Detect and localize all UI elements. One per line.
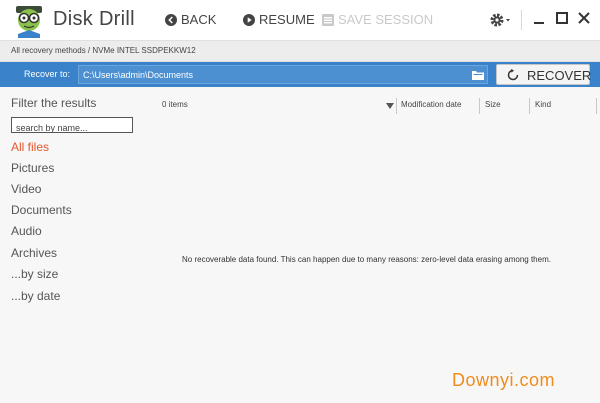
column-divider[interactable]	[529, 98, 530, 114]
column-divider[interactable]	[596, 98, 597, 114]
category-archives[interactable]: Archives	[11, 246, 57, 260]
category-video[interactable]: Video	[11, 182, 41, 196]
recover-button[interactable]: RECOVER	[496, 64, 592, 85]
category-documents[interactable]: Documents	[11, 203, 72, 217]
maximize-icon[interactable]	[555, 11, 569, 25]
column-divider[interactable]	[396, 98, 397, 114]
category-all-files[interactable]: All files	[11, 140, 49, 154]
title-bar: Disk Drill BACK RESUME SAVE SESSION	[0, 0, 600, 40]
column-size[interactable]: Size	[485, 100, 501, 109]
category-audio[interactable]: Audio	[11, 224, 42, 238]
empty-results-message: No recoverable data found. This can happ…	[182, 255, 551, 264]
column-modification-date[interactable]: Modification date	[401, 100, 461, 109]
folder-icon[interactable]	[472, 69, 484, 80]
gear-icon[interactable]	[489, 11, 511, 29]
recover-button-label: RECOVER	[527, 68, 592, 83]
toolbar-divider	[521, 10, 522, 30]
back-button[interactable]: BACK	[165, 12, 216, 27]
disk-drill-logo-icon	[16, 6, 42, 38]
sort-down-icon[interactable]	[386, 103, 394, 109]
filter-title: Filter the results	[11, 96, 97, 110]
app-title: Disk Drill	[53, 8, 135, 30]
item-count: 0 items	[162, 100, 188, 109]
resume-button[interactable]: RESUME	[243, 12, 315, 27]
save-session-icon	[322, 13, 334, 26]
recover-to-label: Recover to:	[24, 69, 71, 79]
category-by-date[interactable]: ...by date	[11, 289, 60, 303]
search-input[interactable]	[12, 121, 132, 135]
column-kind[interactable]: Kind	[535, 100, 551, 109]
watermark: Downyi.com	[452, 370, 556, 390]
recover-icon	[507, 69, 519, 81]
category-pictures[interactable]: Pictures	[11, 161, 54, 175]
resume-label: RESUME	[259, 12, 315, 27]
recover-path-field[interactable]: C:\Users\admin\Documents	[78, 65, 488, 84]
back-label: BACK	[181, 12, 217, 27]
recover-path-value: C:\Users\admin\Documents	[83, 70, 194, 80]
recover-bar: Recover to: C:\Users\admin\Documents REC…	[0, 62, 600, 87]
save-session-button[interactable]: SAVE SESSION	[322, 12, 433, 27]
play-icon	[243, 13, 255, 26]
category-by-size[interactable]: ...by size	[11, 267, 58, 281]
search-box[interactable]	[11, 117, 133, 135]
column-divider[interactable]	[479, 98, 480, 114]
save-session-label: SAVE SESSION	[338, 12, 434, 27]
breadcrumb: All recovery methods / NVMe INTEL SSDPEK…	[0, 40, 600, 62]
minimize-icon[interactable]	[532, 11, 546, 25]
back-icon	[165, 13, 177, 26]
close-icon[interactable]	[577, 11, 591, 25]
breadcrumb-text[interactable]: All recovery methods / NVMe INTEL SSDPEK…	[11, 46, 196, 55]
